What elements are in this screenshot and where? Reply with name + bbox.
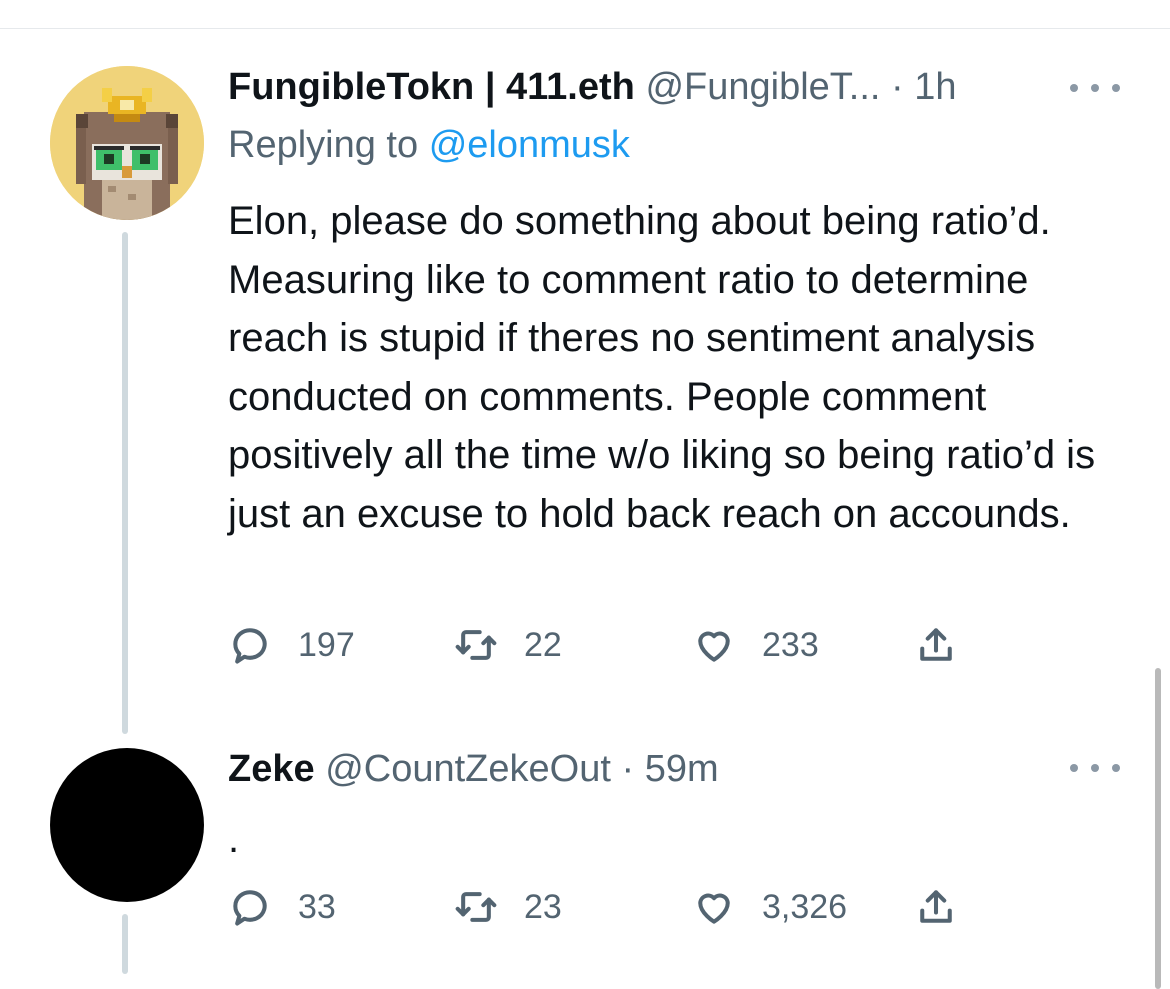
tweet-zeke[interactable]: Zeke @CountZekeOut · 59m . 33 23 3,326 (0, 720, 1170, 989)
author-handle[interactable]: @FungibleT... (645, 66, 880, 108)
scrollbar[interactable] (1155, 668, 1161, 989)
retweet-button[interactable]: 23 (454, 882, 562, 932)
more-icon[interactable] (1070, 68, 1120, 108)
retweet-count: 22 (524, 625, 562, 664)
reply-button[interactable]: 33 (228, 882, 336, 932)
reply-button[interactable]: 197 (228, 620, 355, 670)
share-button[interactable] (914, 882, 958, 932)
retweet-count: 23 (524, 887, 562, 926)
tweet-actions: 197 22 233 (228, 620, 988, 670)
like-button[interactable]: 233 (692, 620, 819, 670)
separator-dot: · (891, 66, 904, 108)
tweet-fungibletokn[interactable]: FungibleTokn | 411.eth @FungibleT... · 1… (0, 0, 1170, 734)
replying-to: Replying to @elonmusk (228, 122, 630, 168)
tweet-header: FungibleTokn | 411.eth @FungibleT... · 1… (228, 64, 957, 110)
heart-icon (698, 631, 730, 662)
like-count: 3,326 (762, 887, 848, 926)
share-icon (920, 890, 952, 923)
reply-count: 197 (298, 625, 355, 664)
reply-icon (233, 628, 267, 664)
tweet-time[interactable]: 1h (914, 66, 956, 108)
tweet-text: . (228, 817, 240, 861)
avatar-owl[interactable] (50, 66, 204, 220)
heart-icon (698, 893, 730, 924)
author-name[interactable]: Zeke (228, 748, 315, 790)
thread-line (122, 914, 128, 974)
replying-prefix: Replying to (228, 124, 419, 166)
tweet-text: Elon, please do something about being ra… (228, 199, 1096, 536)
author-name[interactable]: FungibleTokn | 411.eth (228, 66, 635, 108)
separator-dot: · (621, 748, 635, 790)
replying-mention-link[interactable]: @elonmusk (429, 124, 630, 166)
tweet-header: Zeke @CountZekeOut · 59m (228, 746, 719, 792)
share-icon (920, 628, 952, 661)
tweet-time[interactable]: 59m (645, 748, 719, 790)
reply-icon (233, 890, 267, 926)
owl-avatar-icon (50, 66, 204, 220)
thread-line (122, 232, 128, 734)
retweet-icon (455, 892, 497, 922)
retweet-icon (455, 630, 497, 660)
avatar-zeke[interactable] (50, 748, 204, 902)
share-button[interactable] (914, 620, 958, 670)
author-handle[interactable]: @CountZekeOut (325, 748, 611, 790)
more-icon[interactable] (1070, 748, 1120, 788)
like-button[interactable]: 3,326 (692, 882, 847, 932)
retweet-button[interactable]: 22 (454, 620, 562, 670)
like-count: 233 (762, 625, 819, 664)
reply-count: 33 (298, 887, 336, 926)
tweet-actions: 33 23 3,326 (228, 882, 988, 932)
